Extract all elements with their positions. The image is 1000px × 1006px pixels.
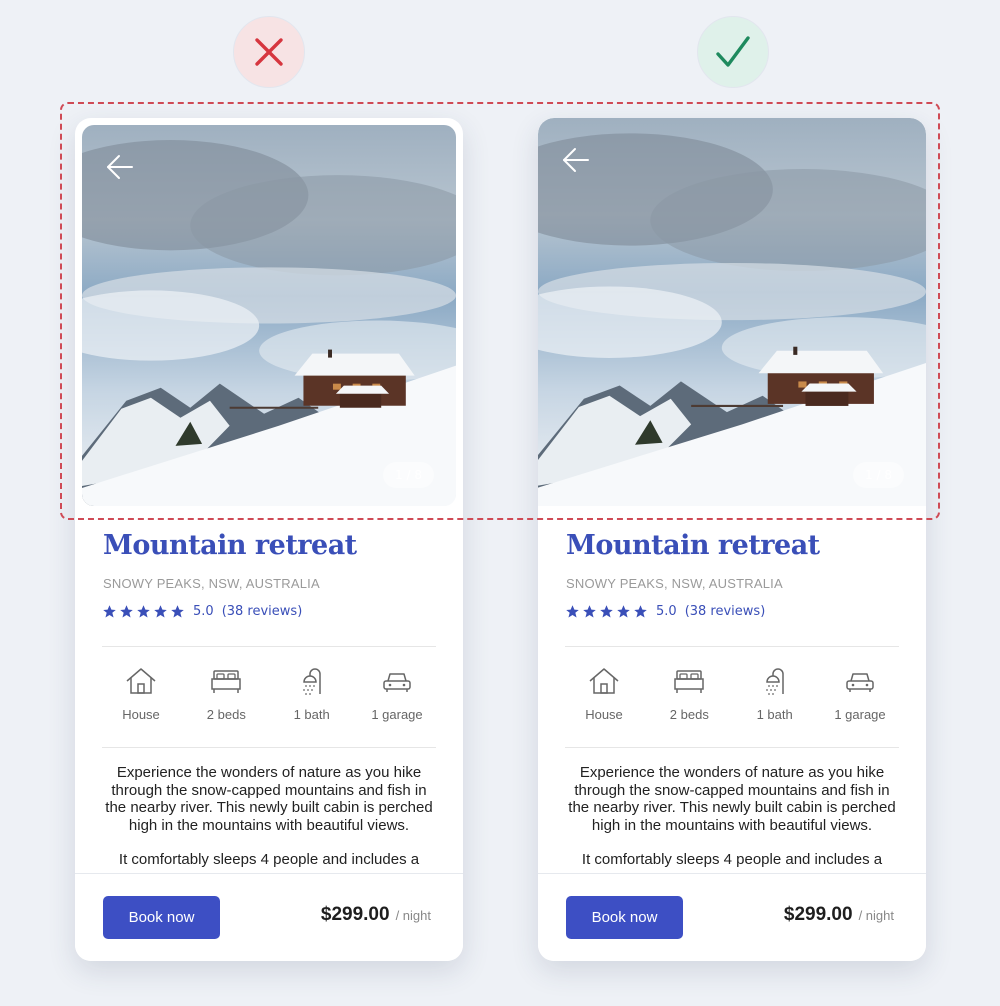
feature-label: 2 beds [669,707,709,722]
divider [565,747,899,748]
star-icon [154,605,167,618]
description-paragraph: Experience the wonders of nature as you … [568,764,896,834]
check-mark-icon [716,36,750,67]
star-icon [171,605,184,618]
star-icon [566,605,579,618]
mountain-cabin-photo [82,140,456,506]
feature-house: House [102,666,180,723]
house-icon [589,668,619,694]
feature-house: House [565,666,643,723]
house-icon [126,668,156,694]
star-rating [565,604,648,619]
incorrect-verdict-badge [233,16,305,88]
feature-beds: 2 beds [187,666,265,723]
mountain-cabin-photo [538,133,926,506]
shower-icon [302,668,321,695]
back-button[interactable] [104,151,136,183]
star-icon [634,605,647,618]
listing-location: SNOWY PEAKS, NSW, AUSTRALIA [103,576,320,591]
arrow-left-icon [107,155,133,179]
divider [102,646,436,647]
rating-row: 5.0 (38 reviews) [565,604,765,619]
listing-photo[interactable]: 1 / 8 [82,125,456,506]
reviews-link[interactable]: (38 reviews) [685,604,766,619]
star-icon [617,605,630,618]
feature-label: House [585,707,623,722]
bed-icon [674,670,705,693]
feature-label: 1 bath [756,707,793,722]
book-now-button[interactable]: Book now [566,896,683,939]
feature-garage: 1 garage [821,666,899,723]
description-paragraph: It comfortably sleeps 4 people and inclu… [581,851,883,868]
feature-label: 1 bath [293,707,330,722]
description-paragraph: It comfortably sleeps 4 people and inclu… [118,851,420,868]
price-amount: $299.00 [783,904,853,925]
feature-label: House [122,707,160,722]
reviews-link[interactable]: (38 reviews) [222,604,303,619]
feature-label: 2 beds [206,707,246,722]
divider [102,747,436,748]
price-unit: / night [858,908,894,923]
price-display: $299.00 / night [321,904,431,926]
star-icon [600,605,613,618]
book-now-button[interactable]: Book now [103,896,220,939]
feature-garage: 1 garage [358,666,436,723]
listing-title: Mountain retreat [566,530,820,561]
price-unit: / night [395,908,431,923]
star-icon [120,605,133,618]
star-icon [137,605,150,618]
price-display: $299.00 / night [784,904,894,926]
rating-value: 5.0 [656,604,677,619]
listing-location: SNOWY PEAKS, NSW, AUSTRALIA [566,576,783,591]
bed-icon [211,670,242,693]
car-icon [846,673,874,692]
feature-beds: 2 beds [650,666,728,723]
correct-verdict-badge [697,16,769,88]
feature-bath: 1 bath [736,666,814,723]
rating-value: 5.0 [193,604,214,619]
listing-description: Experience the wonders of nature as you … [564,764,900,872]
shower-icon [765,668,784,695]
back-button[interactable] [560,144,592,176]
listing-title: Mountain retreat [103,530,357,561]
booking-footer: Book now $299.00 / night [538,873,926,961]
listing-card-correct: 1 / 8 Mountain retreat SNOWY PEAKS, NSW,… [538,118,926,961]
photo-counter: 1 / 8 [853,462,904,488]
arrow-left-icon [563,148,589,172]
listing-photo[interactable]: 1 / 8 [538,118,926,506]
booking-footer: Book now $299.00 / night [75,873,463,961]
divider [565,646,899,647]
feature-label: 1 garage [834,707,886,722]
photo-counter: 1 / 8 [383,462,434,488]
listing-card-incorrect: 1 / 8 Mountain retreat SNOWY PEAKS, NSW,… [75,118,463,961]
star-icon [583,605,596,618]
car-icon [383,673,411,692]
description-paragraph: Experience the wonders of nature as you … [105,764,433,834]
price-amount: $299.00 [320,904,390,925]
rating-row: 5.0 (38 reviews) [102,604,302,619]
star-rating [102,604,185,619]
star-icon [103,605,116,618]
feature-label: 1 garage [371,707,423,722]
cross-mark-icon [255,38,283,66]
feature-bath: 1 bath [273,666,351,723]
features-row: House 2 beds 1 bath 1 garage [102,666,436,723]
listing-description: Experience the wonders of nature as you … [101,764,437,872]
features-row: House 2 beds 1 bath 1 garage [565,666,899,723]
